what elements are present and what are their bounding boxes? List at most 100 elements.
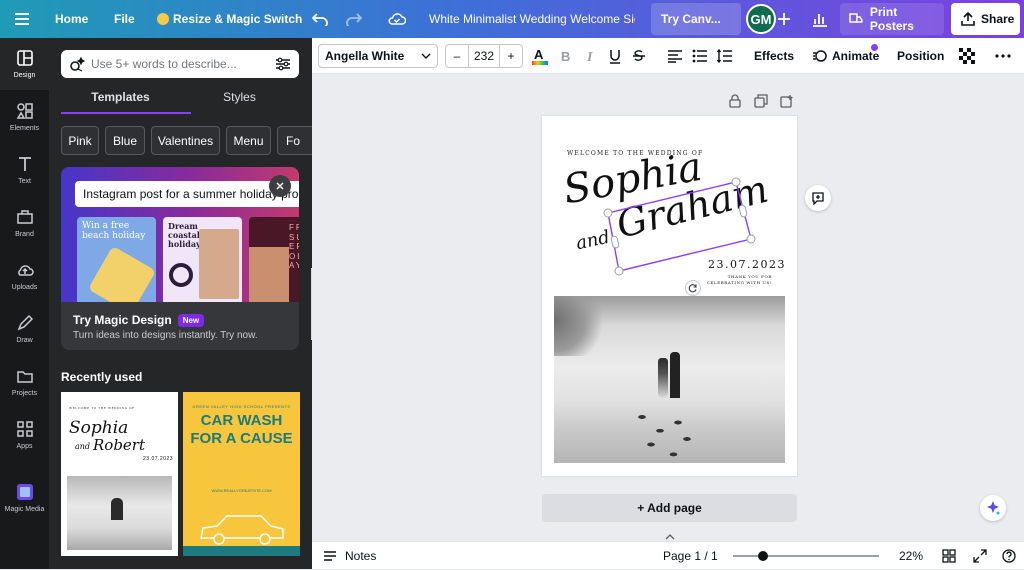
help-button[interactable] (1002, 549, 1016, 563)
crown-icon (157, 13, 169, 25)
duplicate-icon[interactable] (754, 94, 768, 108)
add-page-button[interactable]: + Add page (542, 494, 797, 522)
chip-menu[interactable]: Menu (226, 126, 271, 155)
animate-button[interactable]: Animate (812, 38, 879, 74)
underline-button[interactable] (608, 38, 622, 74)
try-canva-button[interactable]: Try Canv... (651, 3, 741, 35)
share-button[interactable]: Share (951, 3, 1020, 35)
redo-button[interactable] (346, 0, 362, 38)
text-color-button[interactable]: A (531, 38, 549, 74)
lock-icon[interactable] (728, 94, 742, 108)
left-rail: Design Elements Text Brand Uploads Draw … (0, 38, 49, 569)
italic-button[interactable]: I (584, 38, 598, 74)
font-name: Angella White (325, 49, 405, 63)
rotate-handle[interactable] (685, 280, 701, 296)
recent1-date: 23.07.2023 (143, 456, 174, 462)
magic-assistant-button[interactable] (980, 495, 1006, 521)
font-size-increase[interactable]: + (499, 44, 523, 68)
page-indicator[interactable]: Page 1 / 1 (663, 542, 718, 570)
spacing-button[interactable] (717, 38, 733, 74)
rail-item-elements[interactable]: Elements (0, 91, 49, 143)
page-date[interactable]: 23.07.2023 (708, 258, 786, 271)
notes-button[interactable]: Notes (323, 542, 376, 570)
resize-button[interactable]: Resize & Magic Switch (157, 0, 302, 38)
page-photo[interactable] (554, 296, 785, 463)
fullscreen-icon (973, 549, 987, 563)
filter-icon[interactable] (275, 56, 291, 72)
redo-icon (346, 13, 362, 26)
add-page-icon[interactable] (780, 94, 794, 108)
rail-item-magic-media[interactable]: Magic Media (0, 472, 49, 524)
effects-button[interactable]: Effects (754, 38, 794, 74)
rail-item-uploads[interactable]: Uploads (0, 250, 49, 302)
zoom-slider[interactable] (733, 555, 879, 557)
insights-button[interactable] (812, 0, 828, 38)
rail-item-text[interactable]: Text (0, 144, 49, 196)
promo-card-coastal-ring (169, 263, 193, 287)
chevron-down-icon (421, 53, 431, 59)
template-search[interactable]: Use 5+ words to describe... (61, 50, 299, 78)
avatar[interactable]: GM (746, 4, 776, 34)
document-title[interactable]: White Minimalist Wedding Welcome Sig... (429, 0, 635, 38)
list-button[interactable] (692, 38, 708, 74)
promo-close-button[interactable] (269, 175, 291, 197)
chip-valentines[interactable]: Valentines (151, 126, 220, 155)
chip-food[interactable]: Fo (277, 126, 312, 155)
align-button[interactable] (667, 38, 683, 74)
font-size-input[interactable]: 232 (468, 44, 500, 68)
animate-label: Animate (832, 49, 880, 63)
align-left-icon (668, 50, 682, 63)
chip-blue[interactable]: Blue (105, 126, 145, 155)
recent-template-wedding[interactable]: WELCOME TO THE WEDDING OF Sophia and Rob… (61, 392, 178, 556)
home-button[interactable]: Home (55, 0, 88, 38)
rail-item-design[interactable]: Design (0, 38, 49, 90)
comment-button[interactable] (805, 185, 831, 211)
zoom-slider-thumb[interactable] (758, 551, 768, 561)
undo-button[interactable] (312, 0, 328, 38)
rail-label-uploads: Uploads (11, 284, 38, 291)
photo-bride (658, 358, 668, 398)
more-icon (995, 54, 1011, 58)
zoom-level[interactable]: 22% (899, 542, 923, 570)
underline-icon (610, 50, 620, 64)
page-thanks-1[interactable]: THANK YOU FOR (727, 274, 772, 279)
text-toolbar: Angella White – 232 + A B I Effects Anim… (312, 38, 1024, 74)
file-menu-button[interactable]: File (114, 0, 135, 38)
rail-item-projects[interactable]: Projects (0, 356, 49, 408)
more-button[interactable] (995, 38, 1011, 74)
rail-item-brand[interactable]: Brand (0, 197, 49, 249)
promo-card-beach-text: Win a free beach holiday (82, 221, 146, 241)
recent-template-car-wash[interactable]: GREEN VALLEY HIGH SCHOOL PRESENTS CAR WA… (183, 392, 300, 556)
font-selector[interactable]: Angella White (318, 44, 438, 68)
print-posters-button[interactable]: Print Posters (840, 3, 944, 35)
position-button[interactable]: Position (897, 38, 944, 74)
bottom-bar: Notes Page 1 / 1 22% (312, 541, 1024, 569)
save-status-button[interactable] (388, 0, 406, 38)
fullscreen-button[interactable] (973, 549, 987, 563)
draw-icon (17, 314, 33, 331)
rail-label-elements: Elements (9, 125, 40, 132)
strikethrough-button[interactable] (632, 38, 646, 74)
chip-pink[interactable]: Pink (61, 126, 99, 155)
transparency-button[interactable] (959, 38, 975, 74)
tab-templates[interactable]: Templates (61, 90, 180, 104)
menu-button[interactable] (14, 0, 30, 38)
rail-label-design: Design (13, 72, 36, 79)
rail-item-draw[interactable]: Draw (0, 303, 49, 355)
design-page[interactable]: WELCOME TO THE WEDDING OF Sophia and Gra… (542, 116, 797, 476)
tab-styles[interactable]: Styles (180, 90, 299, 104)
invite-button[interactable] (777, 0, 791, 38)
grid-view-button[interactable] (942, 549, 956, 563)
magic-design-promo[interactable]: Instagram post for a summer holiday prom… (61, 167, 299, 350)
font-size-decrease[interactable]: – (445, 44, 469, 68)
bold-button[interactable]: B (559, 38, 573, 74)
recent1-header: WELCOME TO THE WEDDING OF (69, 406, 135, 410)
car-illustration-icon (200, 515, 284, 545)
magic-search-icon (70, 56, 85, 72)
rail-item-apps[interactable]: Apps (0, 409, 49, 461)
strikethrough-icon (633, 50, 645, 61)
page-thanks-2[interactable]: CELEBRATING WITH US! (702, 280, 772, 285)
photo-groom (670, 352, 680, 398)
uploads-icon (17, 265, 34, 276)
recent1-couple (111, 498, 123, 520)
